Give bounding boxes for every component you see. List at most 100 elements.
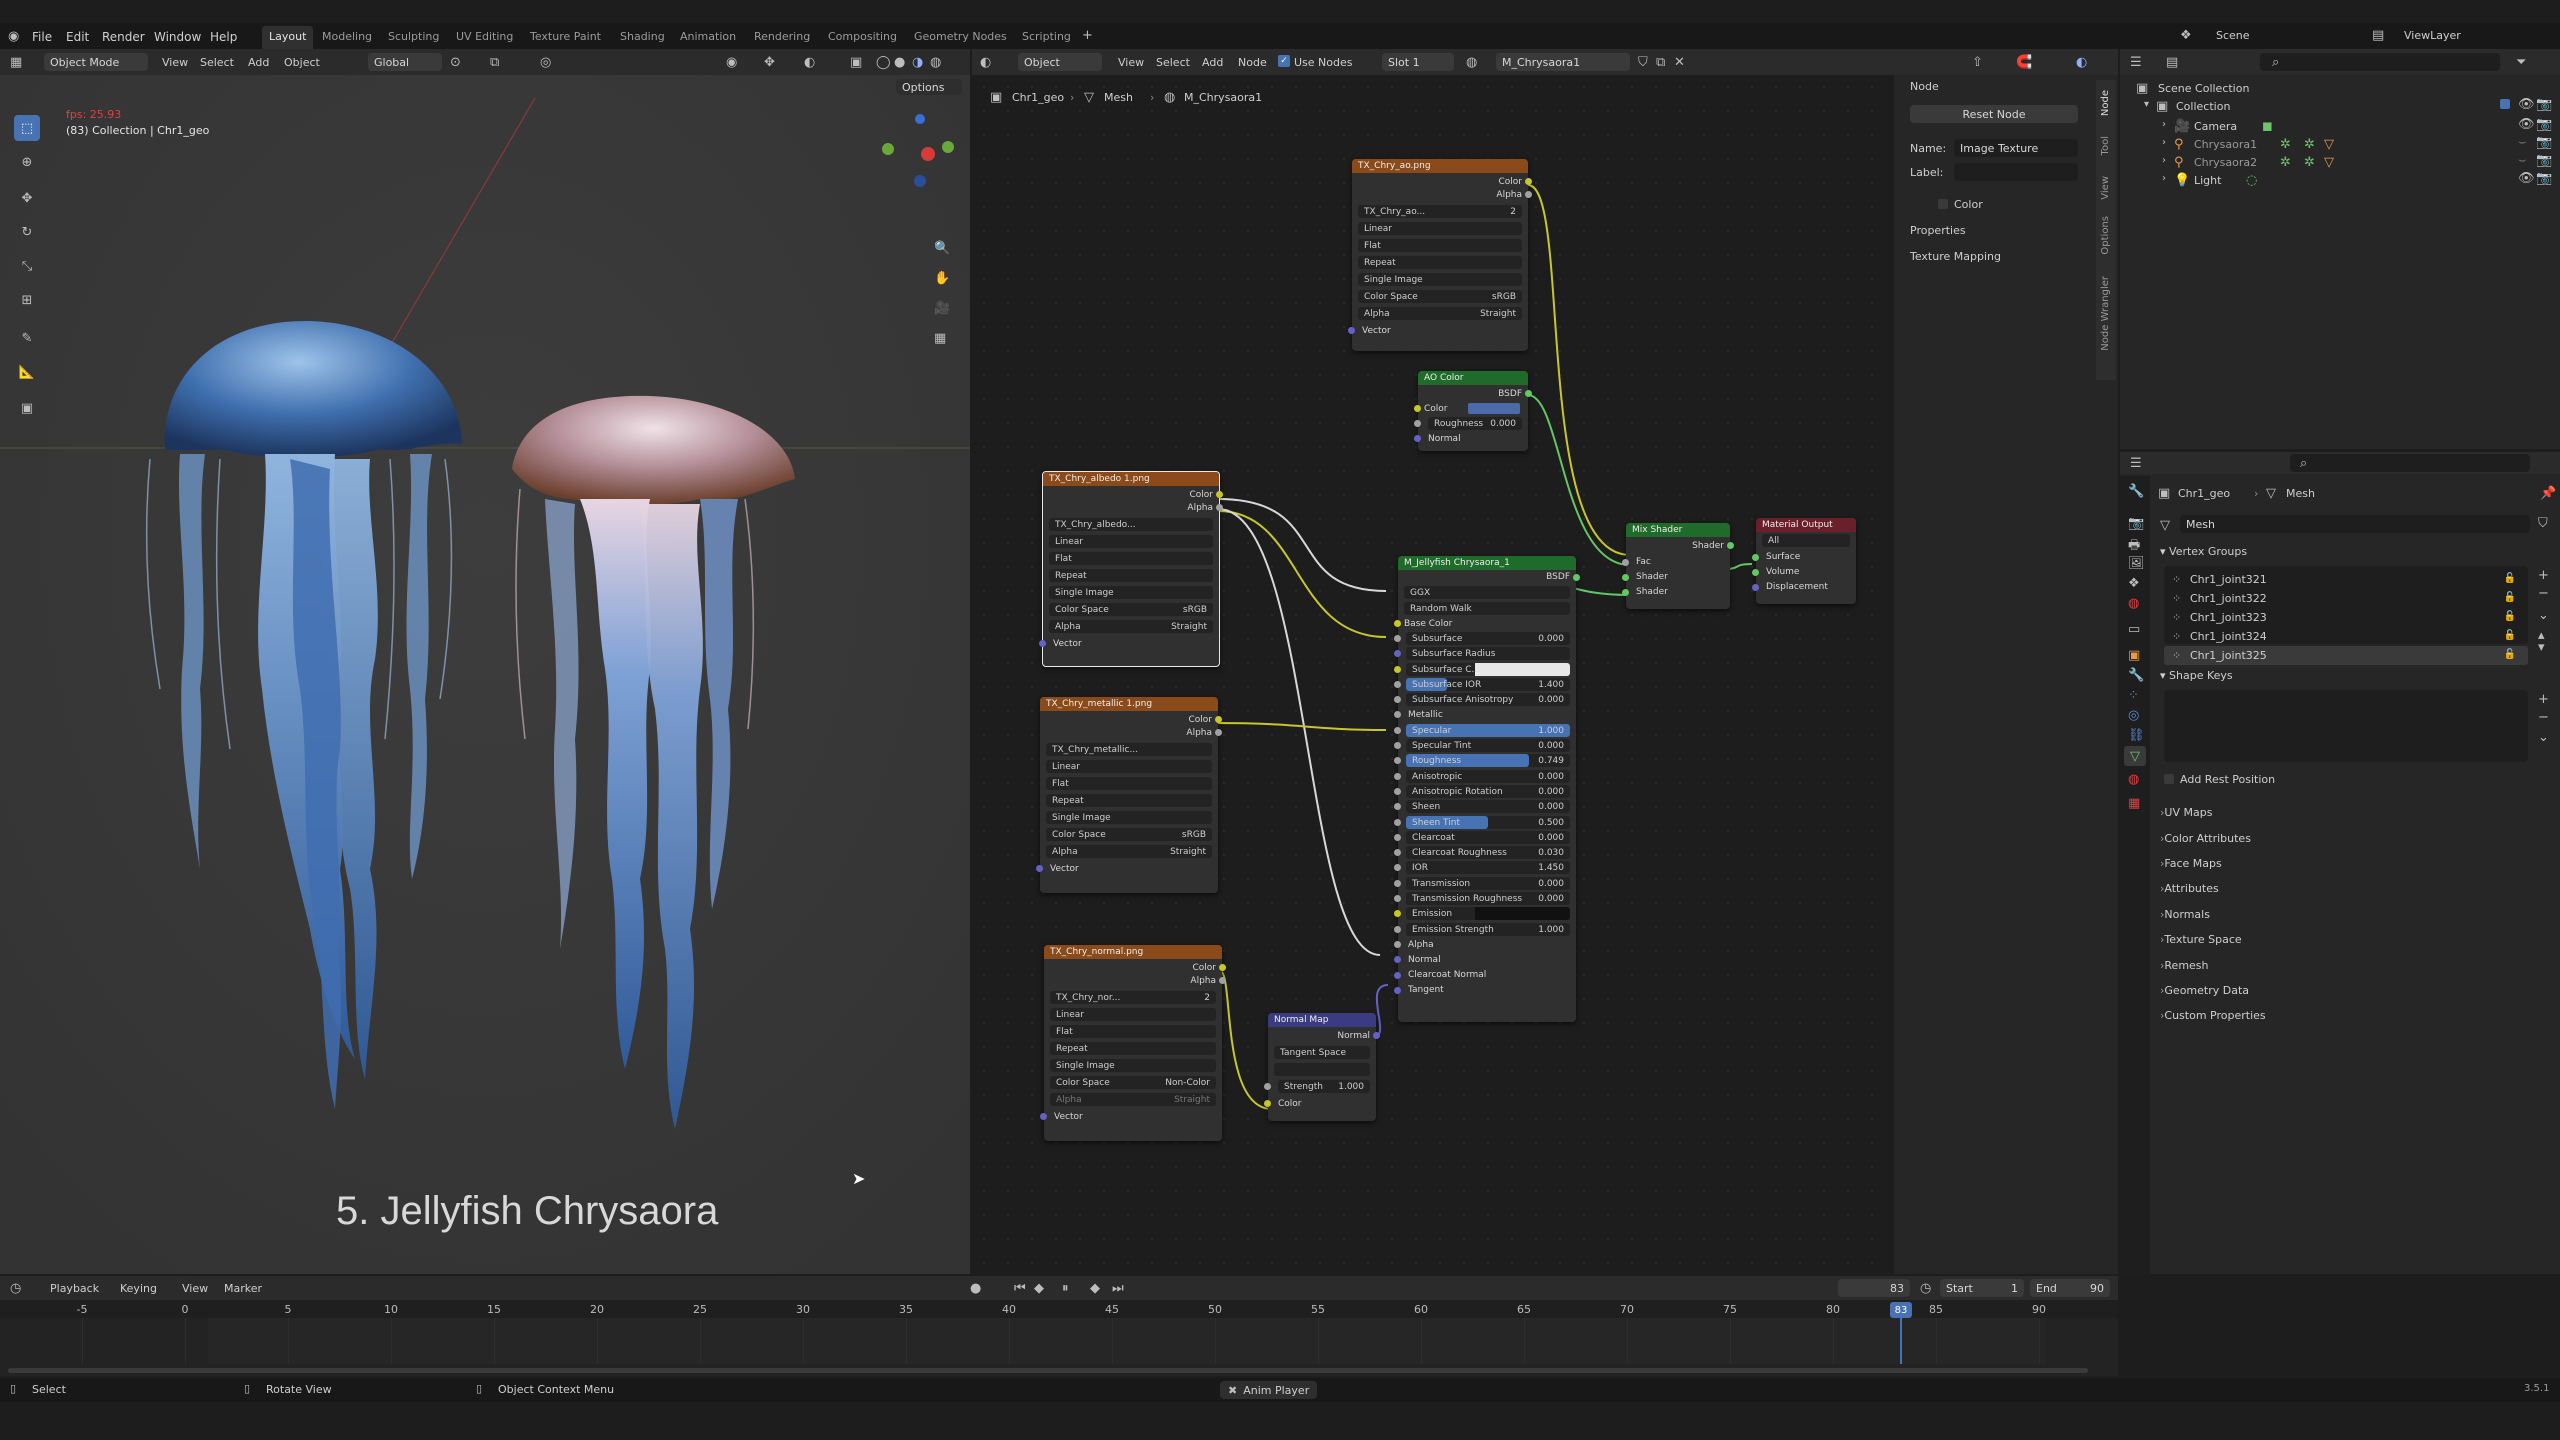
unlink-material-icon[interactable]: ✕ (1674, 55, 1685, 70)
pose-icon[interactable]: ✲ (2280, 155, 2291, 170)
socket[interactable] (1394, 833, 1401, 841)
world-tab-icon[interactable]: ◍ (2128, 596, 2139, 611)
tex-ao-colorspace[interactable]: Color Space sRGB (1358, 290, 1522, 303)
socket[interactable] (1394, 864, 1401, 872)
socket[interactable] (1216, 504, 1223, 511)
node-ao-color[interactable]: AO Color BSDF Color Roughness 0.000 Norma… (1414, 371, 1532, 451)
select-box-tool-icon[interactable]: ⬚ (14, 115, 40, 141)
socket[interactable] (1622, 574, 1629, 581)
socket[interactable] (1264, 1083, 1271, 1090)
vertex-group-item[interactable]: ⁘ Chr1_joint325 🔓 (2164, 646, 2528, 665)
node-mix-shader[interactable]: Mix Shader Shader Fac Shader Shader (1622, 523, 1734, 609)
properties-section-remesh[interactable]: › Remesh (2160, 952, 2540, 977)
filter-icon[interactable]: ⏷ (2516, 55, 2526, 70)
socket[interactable] (1394, 680, 1401, 688)
socket[interactable] (1752, 584, 1759, 591)
bsdf-field[interactable]: Subsurface IOR 1.400 (1406, 677, 1570, 691)
fake-user-shield-icon[interactable]: ⛉ (2538, 516, 2548, 531)
vertex-group-menu-icon[interactable]: ⌄ (2538, 608, 2549, 623)
socket[interactable] (1394, 742, 1401, 750)
tex-albedo-source[interactable]: Single Image (1049, 586, 1213, 599)
tex-albedo-extension[interactable]: Repeat (1049, 569, 1213, 582)
render-camera-icon[interactable]: 📷 (2536, 153, 2552, 168)
timeline-type-icon[interactable]: ◷ (10, 1281, 21, 1296)
texture-tab-icon[interactable]: ▦ (2128, 796, 2140, 811)
editor-type-icon[interactable]: ▦ (10, 55, 22, 70)
zoom-icon[interactable]: 🔍 (934, 241, 950, 256)
socket[interactable] (1394, 787, 1401, 795)
bone-icon[interactable]: ✲ (2304, 137, 2315, 152)
remove-shape-key-icon[interactable]: − (2538, 710, 2549, 725)
shape-keys-panel-header[interactable]: ▾ Shape Keys (2160, 670, 2233, 681)
outliner-item-chrysaora2[interactable]: Chrysaora2 (2194, 157, 2257, 168)
material-browse-icon[interactable]: ◍ (1466, 55, 1477, 70)
expand-chevron-icon[interactable]: › (2162, 173, 2166, 184)
overlay-toggle-icon[interactable]: ◐ (804, 55, 815, 70)
color-checkbox[interactable] (1938, 199, 1948, 209)
mesh-name-field[interactable]: Mesh (2180, 515, 2530, 533)
render-camera-icon[interactable]: 📷 (2536, 97, 2552, 112)
vertex-group-item[interactable]: ⁘ Chr1_joint322 🔓 (2164, 589, 2528, 608)
socket[interactable] (1394, 986, 1401, 994)
socket[interactable] (1394, 895, 1401, 903)
workspace-tab-modeling[interactable]: Modeling (322, 30, 372, 43)
tex-metallic-projection[interactable]: Flat (1046, 777, 1212, 790)
vertex-groups-panel-header[interactable]: ▾ Vertex Groups (2160, 546, 2247, 557)
mesh-modifier-icon[interactable]: ▽ (2324, 137, 2334, 152)
sidebar-tab-node[interactable]: Node (2100, 90, 2111, 116)
timeline-menu-view[interactable]: View (182, 1283, 208, 1294)
collection-tab-icon[interactable]: ▭ (2128, 622, 2140, 637)
scene-name[interactable]: Scene (2216, 30, 2250, 41)
slot-dropdown[interactable]: Slot 1 (1382, 53, 1454, 71)
socket[interactable] (1414, 420, 1421, 427)
viewport-options-button[interactable]: Options (896, 79, 962, 95)
remove-vertex-group-icon[interactable]: − (2538, 586, 2549, 601)
pan-hand-icon[interactable]: ✋ (934, 271, 950, 286)
tex-metallic-interpolation[interactable]: Linear (1046, 760, 1212, 773)
texture-mapping-panel[interactable]: Texture Mapping (1910, 251, 2001, 262)
output-tab-icon[interactable]: 🖶 (2128, 536, 2140, 558)
viewport-menu-add[interactable]: Add (248, 57, 269, 68)
tex-ao-projection[interactable]: Flat (1358, 239, 1522, 252)
anim-player-job[interactable]: ✖ Anim Player (1220, 1381, 1318, 1399)
tex-ao-extension[interactable]: Repeat (1358, 256, 1522, 269)
cancel-job-icon[interactable]: ✖ (1228, 1384, 1237, 1397)
node-name-field[interactable]: Image Texture (1954, 139, 2078, 157)
expand-chevron-icon[interactable]: › (2162, 119, 2166, 130)
lock-icon[interactable]: 🔓 (2504, 592, 2516, 603)
socket[interactable] (1394, 818, 1401, 826)
add-shape-key-icon[interactable]: + (2538, 692, 2549, 707)
workspace-tab-layout[interactable]: Layout (262, 26, 314, 49)
socket[interactable] (1394, 971, 1401, 979)
snap-icon[interactable]: ⧉ (490, 55, 499, 70)
parent-node-tree-icon[interactable]: ⇧ (1972, 55, 1983, 70)
lock-icon[interactable]: 🔓 (2504, 573, 2516, 584)
properties-search-input[interactable] (2290, 454, 2530, 472)
move-tool-icon[interactable]: ✥ (14, 185, 40, 211)
rotate-tool-icon[interactable]: ↻ (14, 219, 40, 245)
light-data-icon[interactable]: ◌ (2246, 173, 2257, 188)
current-frame-field[interactable]: 83 (1838, 1279, 1910, 1297)
mesh-modifier-icon[interactable]: ▽ (2324, 155, 2334, 170)
node-principled-bsdf[interactable]: M_Jellyfish Chrysaora_1 BSDF GGX Random … (1394, 556, 1580, 1022)
shape-key-menu-icon[interactable]: ⌄ (2538, 730, 2549, 745)
properties-section-face-maps[interactable]: › Face Maps (2160, 851, 2540, 876)
end-frame-field[interactable]: End 90 (2030, 1279, 2110, 1297)
socket[interactable] (1727, 542, 1734, 549)
tex-albedo-alpha-mode[interactable]: Alpha Straight (1049, 620, 1213, 633)
outliner-scene-collection[interactable]: Scene Collection (2158, 83, 2249, 94)
ao-color-swatch[interactable] (1468, 403, 1520, 414)
workspace-tab-shading[interactable]: Shading (620, 30, 665, 43)
pose-icon[interactable]: ✲ (2280, 137, 2291, 152)
workspace-tab-uv-editing[interactable]: UV Editing (456, 30, 513, 43)
shading-solid-icon[interactable]: ● (894, 55, 905, 70)
menu-file[interactable]: File (32, 30, 52, 44)
visibility-eye-icon[interactable]: 👁 (2518, 171, 2535, 186)
overlay-node-icon[interactable]: ◐ (2076, 55, 2087, 70)
expand-chevron-icon[interactable]: › (2162, 155, 2166, 166)
color-swatch[interactable] (1474, 662, 1570, 676)
tex-normal-colorspace[interactable]: Color Space Non-Color (1050, 1076, 1216, 1089)
playhead-frame-indicator[interactable]: 83 (1890, 1302, 1912, 1318)
node-menu-select[interactable]: Select (1156, 57, 1190, 68)
outliner-search-input[interactable] (2260, 53, 2500, 71)
